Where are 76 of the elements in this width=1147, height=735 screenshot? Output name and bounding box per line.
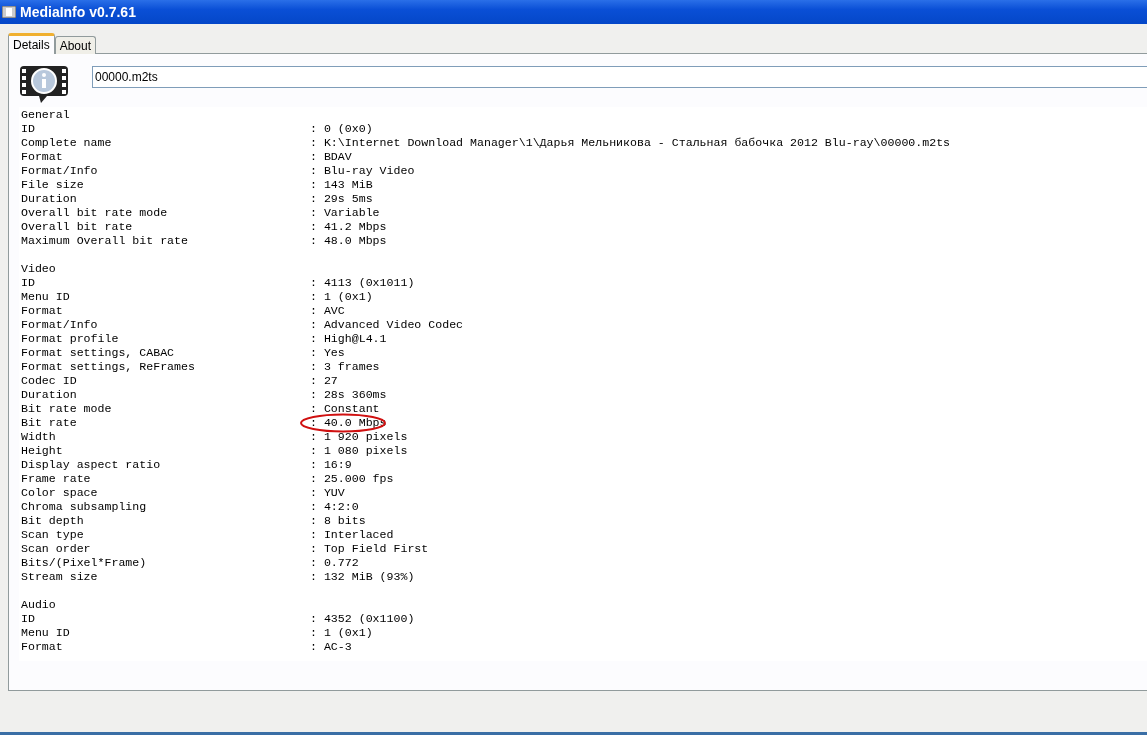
field-value: : Interlaced: [310, 528, 394, 541]
field-value: : 143 MiB: [310, 178, 373, 191]
field-value: : 25.000 fps: [310, 472, 394, 485]
field-value: : 1 920 pixels: [310, 430, 408, 443]
field-label: Format: [21, 640, 64, 654]
field-label: Format/Info: [21, 164, 99, 178]
field-label: Display aspect ratio: [21, 458, 162, 472]
field-value: : AC-3: [310, 640, 352, 653]
field-label: ID: [21, 122, 36, 136]
field-label: Format profile: [21, 332, 120, 346]
field-value: : Constant: [310, 402, 380, 415]
window-title: MediaInfo v0.7.61: [20, 4, 136, 20]
field-label: Format: [21, 304, 64, 318]
field-value: : 0 (0x0): [310, 122, 373, 135]
info-film-icon: [19, 64, 69, 104]
field-value: : Advanced Video Codec: [310, 318, 464, 331]
field-value: : AVC: [310, 304, 345, 317]
field-label: Codec ID: [21, 374, 78, 388]
field-value: : 4352 (0x1100): [310, 612, 415, 625]
field-label: Maximum Overall bit rate: [21, 234, 189, 248]
field-label: Overall bit rate mode: [21, 206, 169, 220]
section-heading: Video: [21, 262, 56, 276]
field-label: Bit depth: [21, 514, 85, 528]
field-value: : BDAV: [310, 150, 352, 163]
file-field[interactable]: 00000.m2ts: [92, 66, 1147, 88]
app-icon: [2, 6, 16, 18]
field-value: : 8 bits: [310, 514, 366, 527]
field-value: : Yes: [310, 346, 345, 359]
field-value: : 4113 (0x1011): [310, 276, 415, 289]
field-value: : 27: [310, 374, 338, 387]
field-value: : 41.2 Mbps: [310, 220, 387, 233]
field-value: : 132 MiB (93%): [310, 570, 415, 583]
field-value: : 29s 5ms: [310, 192, 373, 205]
field-label: Bit rate mode: [21, 402, 113, 416]
field-value: : Variable: [310, 206, 380, 219]
field-label: Height: [21, 444, 64, 458]
field-value: : 28s 360ms: [310, 388, 387, 401]
field-label: Scan type: [21, 528, 85, 542]
field-label: Menu ID: [21, 626, 71, 640]
field-value: : YUV: [310, 486, 345, 499]
field-label: ID: [21, 612, 36, 626]
field-value: : 4:2:0: [310, 500, 359, 513]
tab[interactable]: Details: [8, 33, 55, 54]
field-label: Frame rate: [21, 472, 92, 486]
field-value: : 48.0 Mbps: [310, 234, 387, 247]
field-label: Scan order: [21, 542, 92, 556]
field-value: : K:\Internet Download Manager\1\Дарья Мельникова - Стальная бабочка 2012 Blu-ray\00000.m2ts: [310, 136, 951, 149]
field-label: Stream size: [21, 570, 99, 584]
field-value: : Top Field First: [310, 542, 429, 555]
field-value: : High@L4.1: [310, 332, 387, 345]
field-label: File size: [21, 178, 85, 192]
field-label: Bits/(Pixel*Frame): [21, 556, 148, 570]
field-label: Duration: [21, 388, 78, 402]
section-heading: General: [21, 108, 70, 122]
field-value: : 1 080 pixels: [310, 444, 408, 457]
field-label: Chroma subsampling: [21, 500, 148, 514]
field-label: Format settings, CABAC: [21, 346, 176, 360]
field-label: Bit rate: [21, 416, 78, 430]
field-value: : 1 (0x1): [310, 290, 373, 303]
field-label: Format/Info: [21, 318, 99, 332]
field-label: Duration: [21, 192, 78, 206]
field-label: ID: [21, 276, 36, 290]
field-label: Width: [21, 430, 57, 444]
field-value: : 0.772: [310, 556, 359, 569]
field-value: : 3 frames: [310, 360, 380, 373]
field-label: Overall bit rate: [21, 220, 134, 234]
tab[interactable]: About: [54, 36, 97, 54]
field-label: Format: [21, 150, 64, 164]
field-label: Complete name: [21, 136, 113, 150]
field-value: : 1 (0x1): [310, 626, 373, 639]
field-label: Color space: [21, 486, 99, 500]
field-label: Menu ID: [21, 290, 71, 304]
field-value: : Blu-ray Video: [310, 164, 415, 177]
field-value: : 16:9: [310, 458, 352, 471]
section-heading: Audio: [21, 598, 56, 612]
field-label: Format settings, ReFrames: [21, 360, 196, 374]
